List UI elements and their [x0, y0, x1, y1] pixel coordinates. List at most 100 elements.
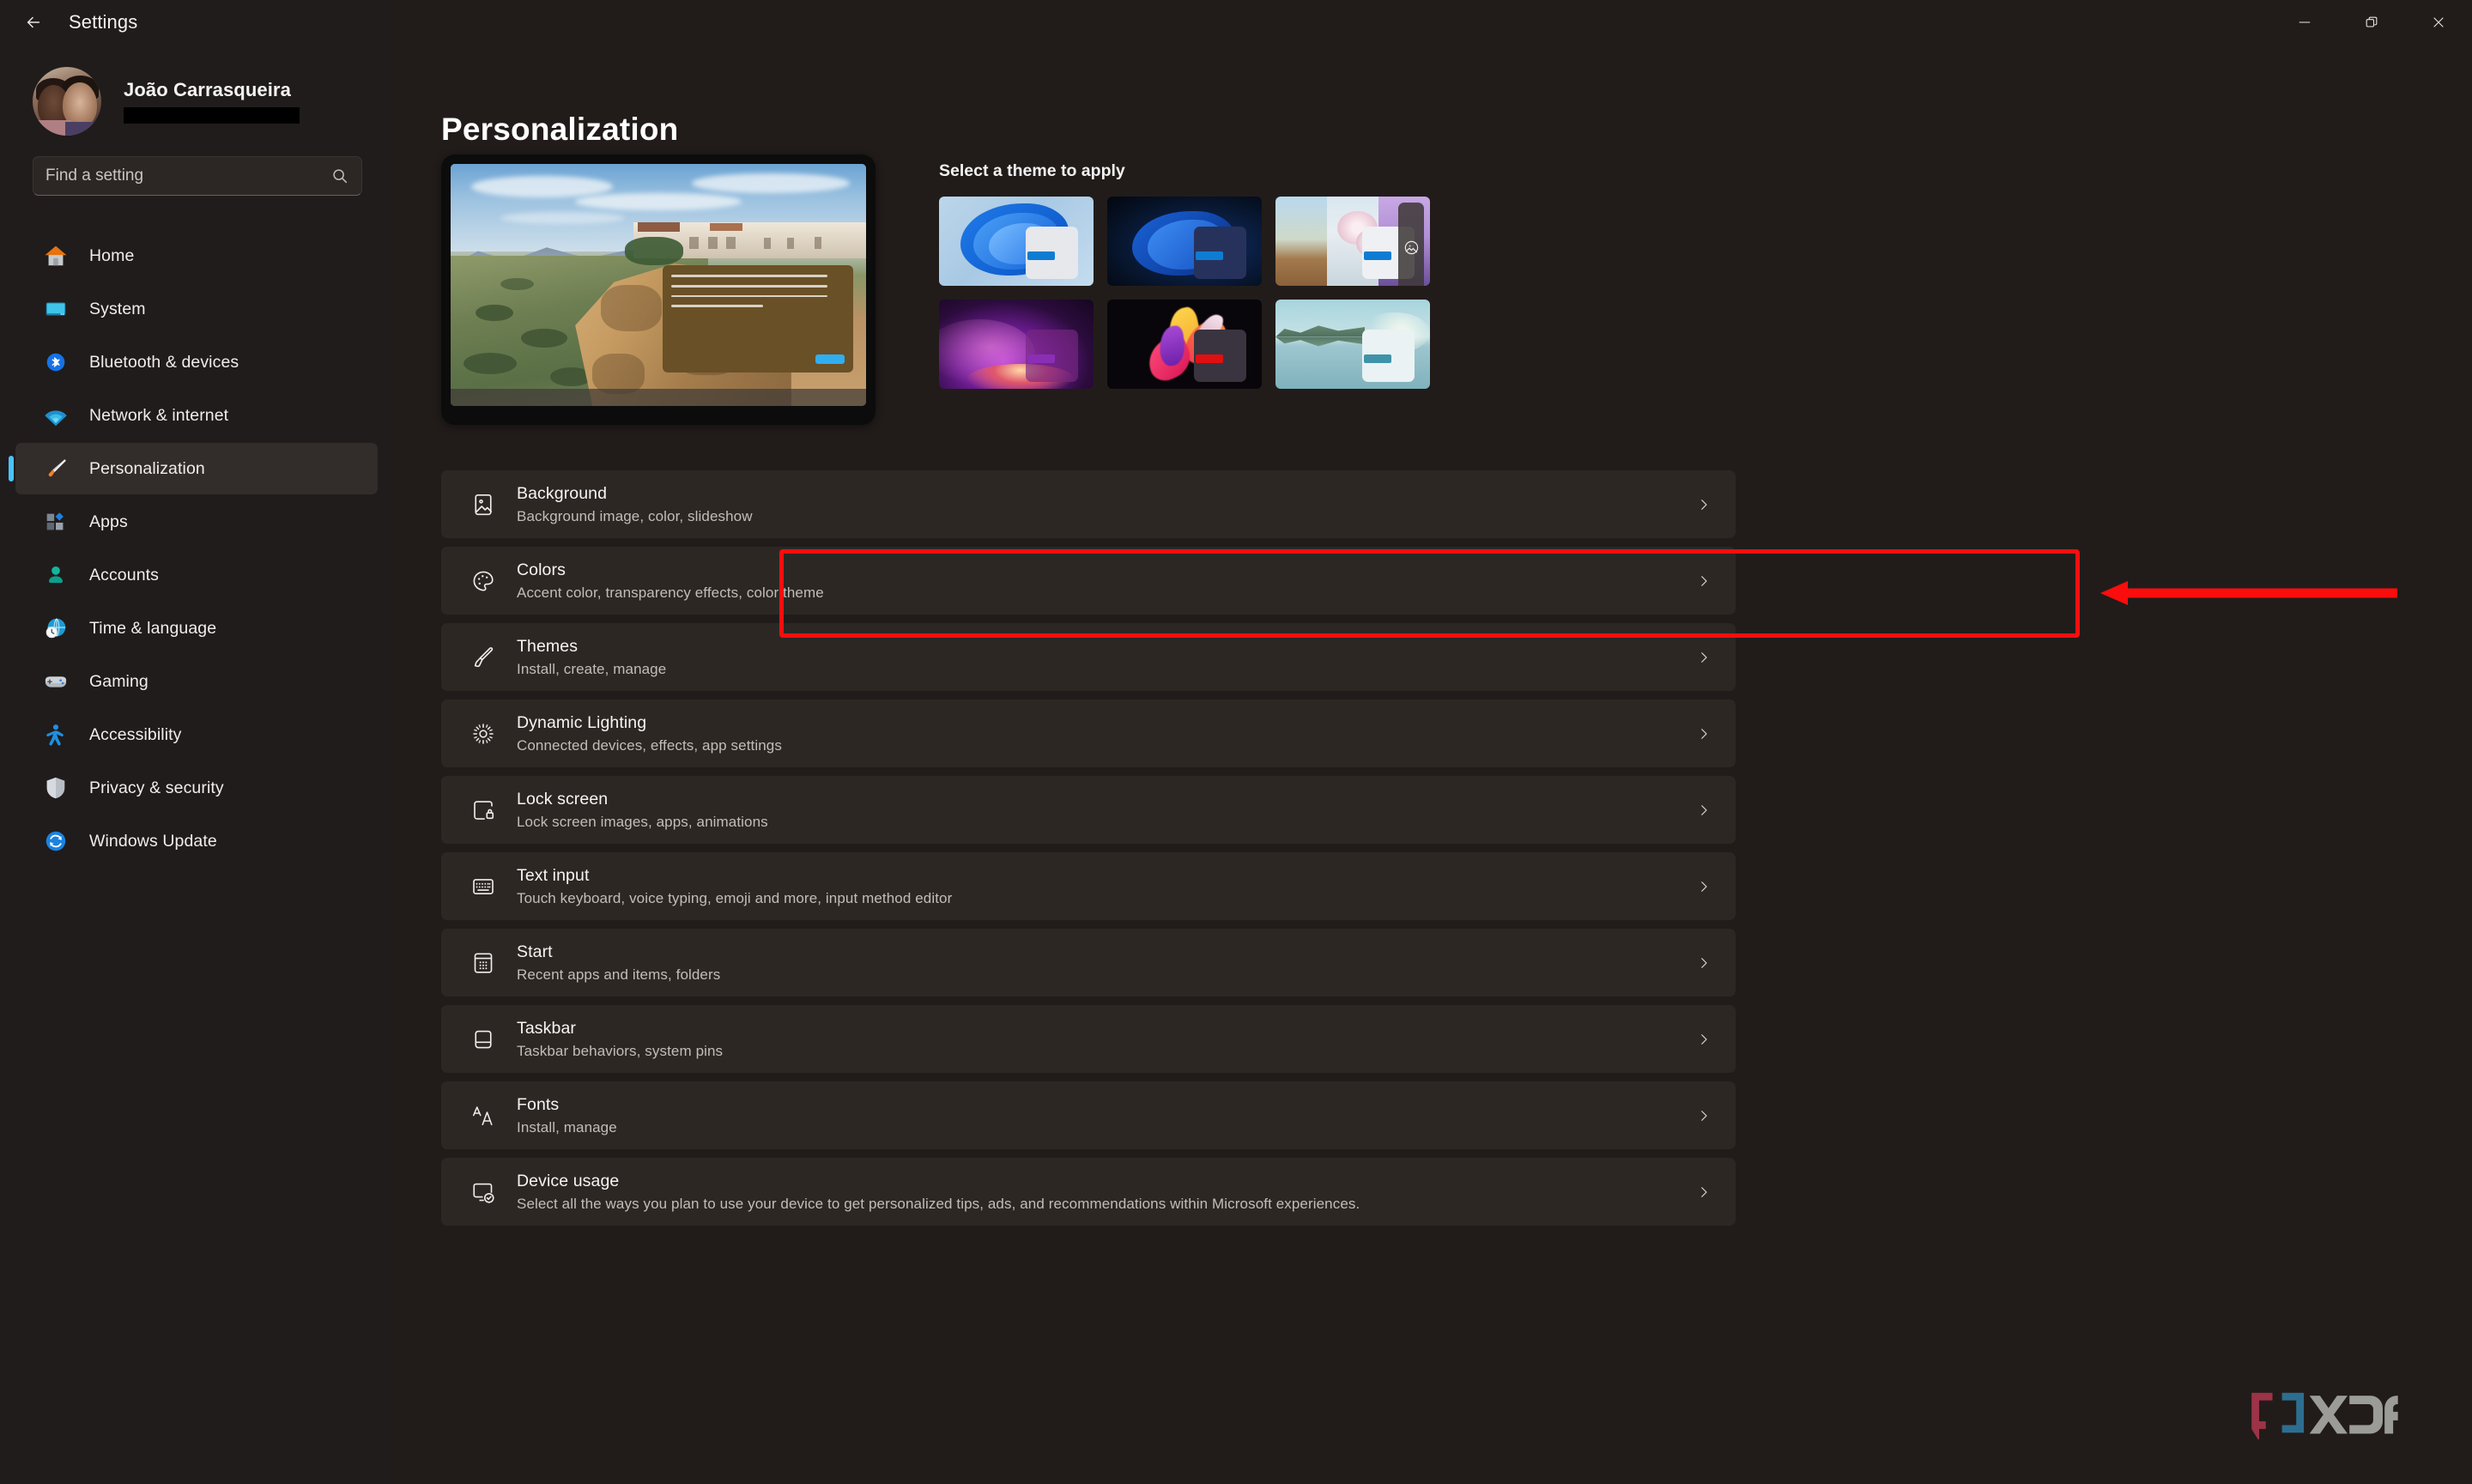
theme-badge-image-icon — [1398, 203, 1424, 286]
shield-icon — [41, 773, 70, 803]
settings-row-title: Colors — [517, 560, 566, 579]
clock-globe-icon — [41, 614, 70, 643]
theme-option-flow[interactable] — [1275, 300, 1430, 389]
sidebar-item-label: System — [89, 299, 146, 318]
restore-icon — [2366, 16, 2378, 27]
restore-button[interactable] — [2338, 0, 2405, 45]
settings-row-subtitle: Connected devices, effects, app settings — [517, 736, 782, 754]
wallpaper-preview-image — [451, 164, 866, 406]
page-title: Personalization — [441, 112, 679, 147]
person-icon — [41, 560, 70, 590]
title-bar: Settings — [0, 0, 2472, 45]
start-icon — [467, 950, 500, 976]
settings-row-device-usage[interactable]: Device usage Select all the ways you pla… — [441, 1158, 1736, 1226]
settings-row-colors[interactable]: Colors Accent color, transparency effect… — [441, 547, 1736, 615]
search-input[interactable] — [45, 167, 330, 185]
settings-row-start[interactable]: Start Recent apps and items, folders — [441, 929, 1736, 996]
window-controls — [2271, 0, 2472, 45]
hero-section: Select a theme to apply — [441, 154, 1430, 425]
theme-option-sunrise[interactable] — [1107, 300, 1262, 389]
sidebar-item-bluetooth-devices[interactable]: Bluetooth & devices — [15, 336, 378, 388]
settings-row-subtitle: Install, create, manage — [517, 660, 667, 677]
settings-row-subtitle: Background image, color, slideshow — [517, 507, 753, 524]
chevron-right-icon — [1694, 803, 1713, 818]
taskbar-icon — [467, 1027, 500, 1052]
chevron-right-icon — [1694, 497, 1713, 512]
settings-row-subtitle: Recent apps and items, folders — [517, 966, 721, 983]
sidebar-item-gaming[interactable]: Gaming — [15, 656, 378, 707]
sidebar-item-network-internet[interactable]: Network & internet — [15, 390, 378, 441]
sparkle-sun-icon — [467, 721, 500, 747]
sidebar-item-label: Time & language — [89, 618, 217, 638]
keyboard-icon — [467, 874, 500, 899]
update-icon — [41, 827, 70, 856]
sidebar-item-system[interactable]: System — [15, 283, 378, 335]
sidebar-item-personalization[interactable]: Personalization — [15, 443, 378, 494]
settings-row-title: Themes — [517, 636, 579, 656]
sidebar-item-label: Bluetooth & devices — [89, 352, 239, 372]
settings-row-subtitle: Touch keyboard, voice typing, emoji and … — [517, 889, 953, 906]
close-icon — [2433, 17, 2444, 27]
chevron-right-icon — [1694, 955, 1713, 971]
settings-row-text-input[interactable]: Text input Touch keyboard, voice typing,… — [441, 852, 1736, 920]
close-button[interactable] — [2405, 0, 2472, 45]
profile-email-redacted — [124, 107, 300, 124]
chevron-right-icon — [1694, 879, 1713, 894]
lock-screen-icon — [467, 797, 500, 823]
settings-row-subtitle: Lock screen images, apps, animations — [517, 813, 768, 830]
accessibility-icon — [41, 720, 70, 749]
theme-option-windows-light[interactable] — [939, 197, 1094, 286]
sidebar-item-accounts[interactable]: Accounts — [15, 549, 378, 601]
settings-row-fonts[interactable]: Fonts Install, manage — [441, 1081, 1736, 1149]
minimize-button[interactable] — [2271, 0, 2338, 45]
sidebar-item-home[interactable]: Home — [15, 230, 378, 282]
sidebar-item-accessibility[interactable]: Accessibility — [15, 709, 378, 760]
wifi-icon — [41, 401, 70, 430]
search-container — [0, 127, 395, 196]
chevron-right-icon — [1694, 573, 1713, 589]
back-button[interactable] — [9, 3, 58, 42]
image-icon — [467, 492, 500, 518]
settings-row-subtitle: Select all the ways you plan to use your… — [517, 1195, 1360, 1212]
settings-row-subtitle: Install, manage — [517, 1118, 617, 1136]
settings-row-themes[interactable]: Themes Install, create, manage — [441, 623, 1736, 691]
sidebar-item-privacy-security[interactable]: Privacy & security — [15, 762, 378, 814]
device-check-icon — [467, 1179, 500, 1205]
sidebar: João Carrasqueira Find a setting Home Sy… — [0, 0, 395, 1484]
theme-picker: Select a theme to apply — [939, 154, 1430, 425]
sidebar-item-label: Apps — [89, 512, 128, 531]
paintbrush-icon — [41, 454, 70, 483]
sidebar-item-label: Gaming — [89, 671, 148, 691]
settings-row-title: Start — [517, 942, 553, 961]
sidebar-item-label: Home — [89, 245, 135, 265]
search-box[interactable] — [33, 156, 362, 196]
settings-row-title: Taskbar — [517, 1018, 576, 1038]
paintbrush-icon — [467, 645, 500, 670]
xda-logo — [2251, 1392, 2398, 1439]
settings-row-background[interactable]: Background Background image, color, slid… — [441, 470, 1736, 538]
home-icon — [41, 241, 70, 270]
settings-row-taskbar[interactable]: Taskbar Taskbar behaviors, system pins — [441, 1005, 1736, 1073]
chevron-right-icon — [1694, 1184, 1713, 1200]
sidebar-item-time-language[interactable]: Time & language — [15, 603, 378, 654]
profile-section[interactable]: João Carrasqueira — [0, 45, 395, 136]
system-icon — [41, 294, 70, 324]
sidebar-item-windows-update[interactable]: Windows Update — [15, 815, 378, 867]
sidebar-item-label: Personalization — [89, 458, 205, 478]
settings-window: Settings João Carrasqueira Find a settin… — [0, 0, 2472, 1484]
settings-row-lock-screen[interactable]: Lock screen Lock screen images, apps, an… — [441, 776, 1736, 844]
apps-icon — [41, 507, 70, 536]
theme-option-captured-motion[interactable] — [939, 300, 1094, 389]
settings-row-dynamic-lighting[interactable]: Dynamic Lighting Connected devices, effe… — [441, 700, 1736, 767]
annotation-arrow-icon — [2100, 581, 2397, 605]
theme-picker-heading: Select a theme to apply — [939, 161, 1125, 180]
sidebar-item-label: Accounts — [89, 565, 160, 585]
avatar — [33, 67, 101, 136]
theme-grid — [939, 197, 1430, 389]
minimize-icon — [2299, 21, 2311, 23]
theme-option-glow[interactable] — [1275, 197, 1430, 286]
theme-option-windows-dark[interactable] — [1107, 197, 1262, 286]
sidebar-item-apps[interactable]: Apps — [15, 496, 378, 548]
preview-window-card — [662, 265, 854, 373]
chevron-right-icon — [1694, 650, 1713, 665]
